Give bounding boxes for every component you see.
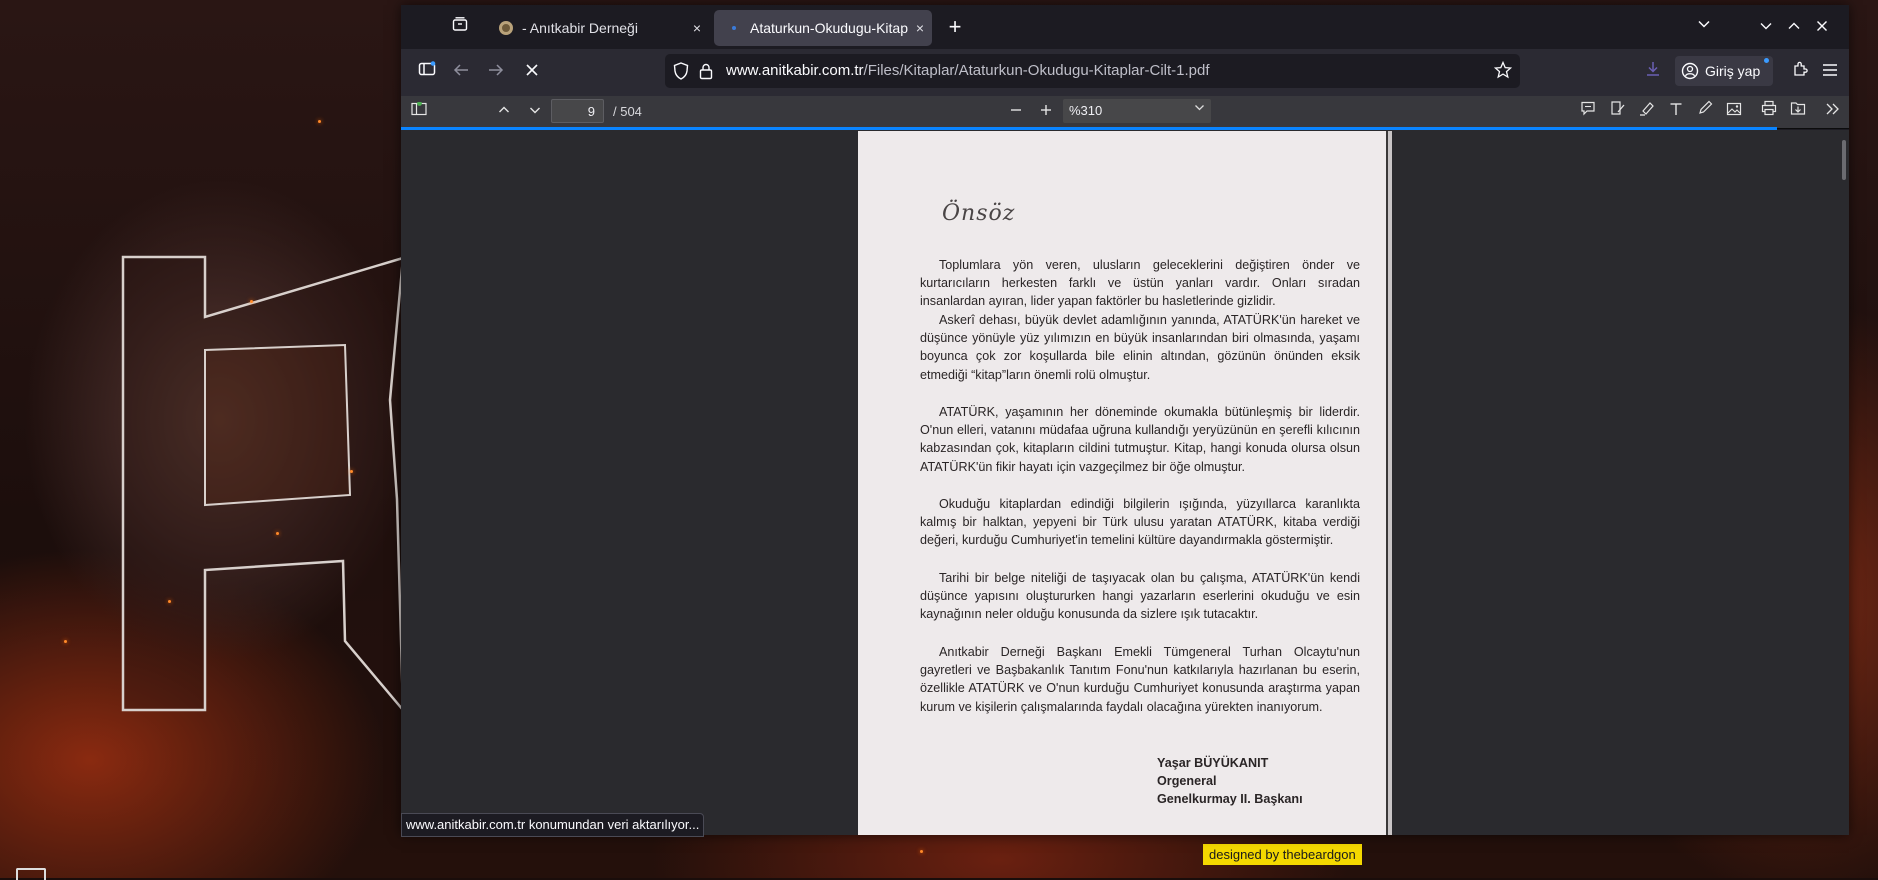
tab-anitkabir-dernegi[interactable]: - Anıtkabir Derneği × <box>486 10 709 46</box>
navigation-toolbar: www.anitkabir.com.tr/Files/Kitaplar/Atat… <box>401 49 1849 96</box>
close-window-icon[interactable] <box>1808 12 1836 42</box>
status-bar: www.anitkabir.com.tr konumundan veri akt… <box>401 813 705 837</box>
page-heading: Önsöz <box>942 201 1016 226</box>
paragraph: Toplumlara yön veren, ulusların gelecekl… <box>920 258 1360 309</box>
sidebar-toggle-icon[interactable] <box>413 57 441 87</box>
signature-icon[interactable] <box>1604 98 1632 126</box>
url-text[interactable]: www.anitkabir.com.tr/Files/Kitaplar/Atat… <box>726 62 1210 79</box>
text-icon[interactable] <box>1662 98 1690 126</box>
paragraph: ATATÜRK, yaşamının her döneminde okumakl… <box>920 405 1360 474</box>
pdf-page: Önsöz Toplumlara yön veren, ulusların ge… <box>858 131 1392 835</box>
pdf-toolbar: 9 / 504 %310 <box>401 96 1849 129</box>
previous-page-icon[interactable] <box>490 98 518 126</box>
tracking-protection-icon[interactable] <box>673 62 689 84</box>
downloads-icon[interactable] <box>1638 57 1668 87</box>
paragraph: Anıtkabir Derneği Başkanı Emekli Tümgene… <box>920 645 1360 714</box>
minimize-window-icon[interactable] <box>1752 12 1780 42</box>
new-tab-button[interactable]: + <box>940 12 970 42</box>
save-icon[interactable] <box>1784 98 1812 126</box>
tab-title: - Anıtkabir Derneği <box>522 20 638 36</box>
site-favicon-icon <box>499 21 513 35</box>
back-icon[interactable] <box>446 57 476 87</box>
next-page-icon[interactable] <box>521 98 549 126</box>
firefox-view-icon[interactable] <box>445 12 475 42</box>
account-label: Giriş yap <box>1705 63 1761 79</box>
pdf-sidebar-toggle-icon[interactable] <box>405 98 433 126</box>
taskbar-briefcase-icon[interactable] <box>16 868 46 880</box>
wallpaper-credit: designed by thebeardgon <box>1203 844 1362 865</box>
zoom-in-icon[interactable] <box>1032 98 1060 126</box>
chevron-down-icon <box>1194 102 1205 116</box>
extensions-icon[interactable] <box>1785 57 1815 87</box>
signature-rank: Orgeneral <box>1157 774 1217 788</box>
tab-close-icon[interactable]: × <box>685 20 709 36</box>
list-all-tabs-icon[interactable] <box>1689 12 1719 42</box>
vertical-scrollbar[interactable] <box>1842 140 1846 180</box>
print-icon[interactable] <box>1755 98 1783 126</box>
address-bar[interactable]: www.anitkabir.com.tr/Files/Kitaplar/Atat… <box>665 54 1520 88</box>
signature-name: Yaşar BÜYÜKANIT <box>1157 756 1269 770</box>
zoom-out-icon[interactable] <box>1002 98 1030 126</box>
tab-pdf[interactable]: Ataturkun-Okudugu-Kitapl × <box>714 10 932 46</box>
more-tools-icon[interactable] <box>1819 98 1847 126</box>
page-count: / 504 <box>613 104 642 119</box>
lock-icon[interactable] <box>699 62 713 84</box>
stop-loading-icon[interactable] <box>517 57 547 87</box>
loading-dot-icon <box>732 26 736 30</box>
zoom-value: %310 <box>1069 103 1103 118</box>
url-domain: www.anitkabir.com.tr <box>726 62 864 79</box>
forward-icon[interactable] <box>481 57 511 87</box>
account-icon <box>1681 62 1699 80</box>
tab-close-icon[interactable]: × <box>908 20 932 36</box>
paragraph: Okuduğu kitaplardan edindiği bilgilerin … <box>920 497 1360 548</box>
page-number-input[interactable]: 9 <box>551 99 604 123</box>
signature-title: Genelkurmay II. Başkanı <box>1157 792 1303 806</box>
zoom-select[interactable]: %310 <box>1063 99 1211 123</box>
menu-hamburger-icon[interactable] <box>1815 57 1845 87</box>
maximize-window-icon[interactable] <box>1780 12 1808 42</box>
tab-bar: - Anıtkabir Derneği × Ataturkun-Okudugu-… <box>401 5 1849 49</box>
paragraph: Askerî dehası, büyük devlet adamlığının … <box>920 313 1360 382</box>
add-image-icon[interactable] <box>1720 98 1748 126</box>
tab-title: Ataturkun-Okudugu-Kitapl <box>750 20 908 36</box>
draw-icon[interactable] <box>1691 98 1719 126</box>
account-button[interactable]: Giriş yap <box>1675 56 1773 86</box>
comment-icon[interactable] <box>1574 98 1602 126</box>
highlight-icon[interactable] <box>1633 98 1661 126</box>
bookmark-star-icon[interactable] <box>1493 60 1513 83</box>
url-path: /Files/Kitaplar/Ataturkun-Okudugu-Kitapl… <box>863 62 1210 79</box>
h-logo-icon <box>121 255 405 714</box>
browser-window: - Anıtkabir Derneği × Ataturkun-Okudugu-… <box>401 5 1849 837</box>
notification-dot-icon <box>1764 58 1769 63</box>
pdf-viewer-container[interactable]: Önsöz Toplumlara yön veren, ulusların ge… <box>401 130 1849 835</box>
paragraph: Tarihi bir belge niteliği de taşıyacak o… <box>920 571 1360 622</box>
